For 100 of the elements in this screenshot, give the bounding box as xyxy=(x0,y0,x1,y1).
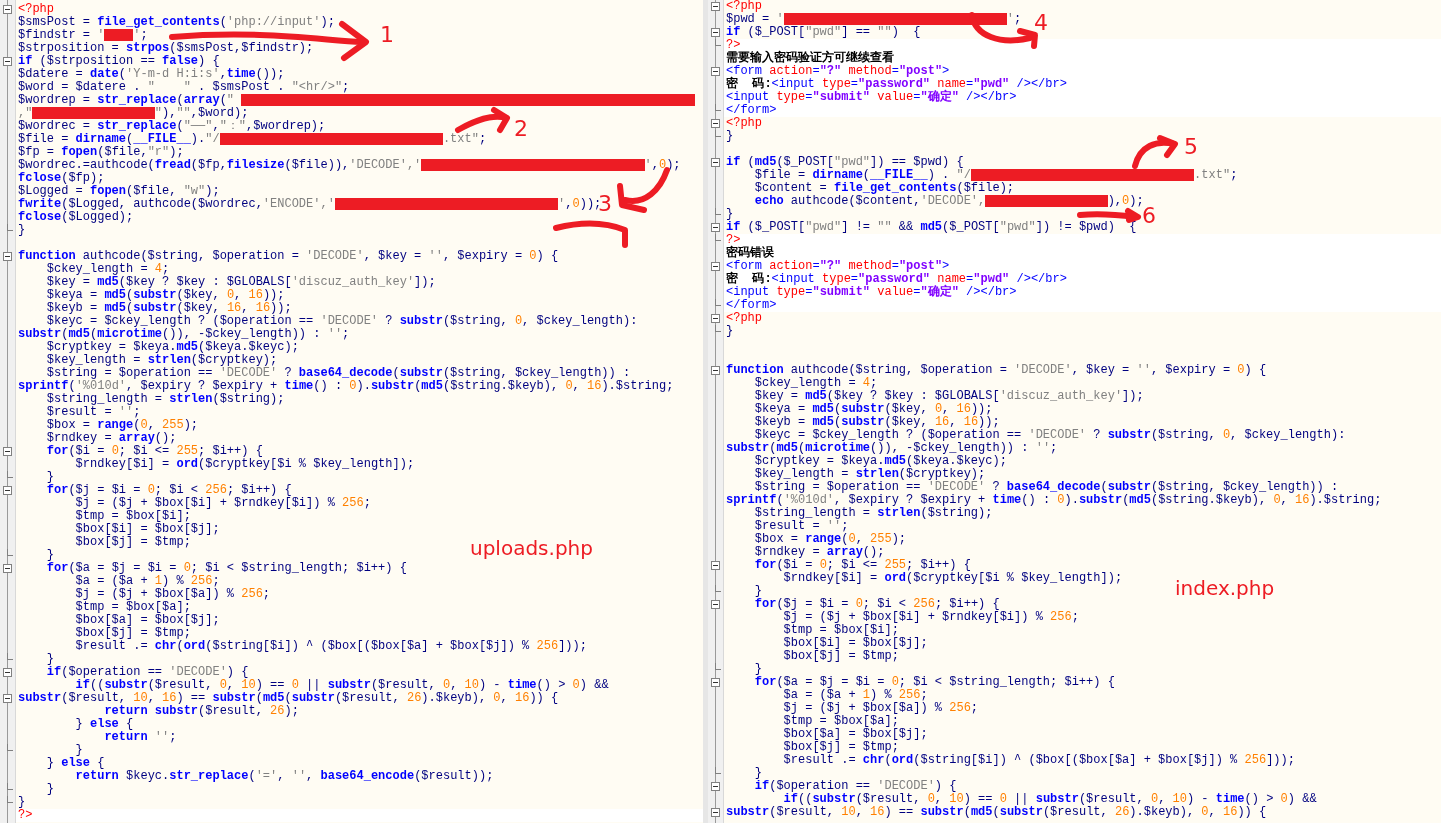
code-line: if ($strposition == false) { xyxy=(17,55,220,68)
code-line: $result = ''; xyxy=(45,406,141,419)
fold-toggle-icon[interactable] xyxy=(3,694,12,703)
code-line: for($j = $i = 0; $i < 256; $i++) { xyxy=(45,484,292,497)
code-line: substr(md5(microtime()), -$ckey_length)) : ''; xyxy=(17,328,350,341)
fold-toggle-icon[interactable] xyxy=(711,314,720,323)
fold-toggle-icon[interactable] xyxy=(3,668,12,677)
code-text: '; xyxy=(1006,12,1022,27)
code-line: $box[$a] = $box[$j]; xyxy=(782,728,928,741)
code-line: $box[$i] = $box[$j]; xyxy=(74,523,220,536)
code-line: <?php xyxy=(725,0,762,13)
code-line: sprintf('%010d', $expiry ? $expiry + time() : 0).substr(md5($string.$keyb), 0, 16).$string; xyxy=(725,494,1382,507)
code-line: } xyxy=(725,325,734,338)
code-line: $key_length = strlen($cryptkey); xyxy=(753,468,986,481)
fold-toggle-icon[interactable] xyxy=(3,564,12,573)
fold-toggle-icon[interactable] xyxy=(711,28,720,37)
hand-drawn-arrow xyxy=(455,107,510,133)
fold-toggle-icon[interactable] xyxy=(711,2,720,11)
fold-toggle-icon[interactable] xyxy=(711,119,720,128)
code-line: for($i = 0; $i <= 255; $i++) { xyxy=(753,559,971,572)
code-line: if($operation == 'DECODE') { xyxy=(753,780,957,793)
code-line: $rndkey = array(); xyxy=(753,546,885,559)
code-text: echo authcode($content,'DECODE', xyxy=(753,194,986,209)
fold-toggle-icon[interactable] xyxy=(3,5,12,14)
code-line: sprintf('%010d', $expiry ? $expiry + time() : 0).substr(md5($string.$keyb), 0, 16).$string; xyxy=(17,380,674,393)
code-line: $j = ($j + $box[$a]) % 256; xyxy=(782,702,979,715)
fold-toggle-icon[interactable] xyxy=(711,158,720,167)
code-text: $pwd = ' xyxy=(726,12,784,27)
code-line: $string = $operation == 'DECODE' ? base64_decode(substr($string, $ckey_length)) : xyxy=(753,481,1339,494)
fold-toggle-icon[interactable] xyxy=(711,600,720,609)
code-line: $box = range(0, 255); xyxy=(45,419,199,432)
code-text: $file = dirname(__FILE__) . "/ xyxy=(753,168,971,183)
code-line: $box = range(0, 255); xyxy=(753,533,907,546)
code-text: $wordrec.=authcode(fread($fp,filesize($file)),'DECODE',' xyxy=(18,158,422,173)
fold-toggle-icon[interactable] xyxy=(711,262,720,271)
code-line: $result = ''; xyxy=(753,520,849,533)
code-line: $keya = md5(substr($key, 0, 16)); xyxy=(753,403,993,416)
code-line: if (md5($_POST["pwd"]) == $pwd) { xyxy=(725,156,964,169)
code-line: $string_length = strlen($string); xyxy=(45,393,285,406)
code-text: ," xyxy=(18,106,33,121)
code-line: } xyxy=(45,783,54,796)
code-line: $box[$j] = $tmp; xyxy=(782,650,899,663)
annotation-number: 6 xyxy=(1142,205,1156,227)
code-line: $box[$i] = $box[$j]; xyxy=(782,637,928,650)
code-line: $cryptkey = $keya.md5($keya.$keyc); xyxy=(753,455,1007,468)
fold-toggle-icon[interactable] xyxy=(711,678,720,687)
fold-toggle-icon[interactable] xyxy=(711,782,720,791)
code-line: } else { xyxy=(45,757,105,770)
code-line: $key_length = strlen($cryptkey); xyxy=(45,354,278,367)
code-line: $string_length = strlen($string); xyxy=(753,507,993,520)
code-line: $ckey_length = 4; xyxy=(45,263,170,276)
code-line: $cryptkey = $keya.md5($keya.$keyc); xyxy=(45,341,299,354)
annotation-number: 2 xyxy=(514,118,528,140)
code-line: if ($_POST["pwd"] == "") { xyxy=(725,26,921,39)
code-line: } xyxy=(17,796,26,809)
fold-toggle-icon[interactable] xyxy=(711,67,720,76)
code-line: $tmp = $box[$i]; xyxy=(74,510,191,523)
annotation-number: 5 xyxy=(1184,136,1198,158)
fold-toggle-icon[interactable] xyxy=(711,561,720,570)
fold-toggle-icon[interactable] xyxy=(711,223,720,232)
annotation-number: 1 xyxy=(380,24,394,46)
code-line: $tmp = $box[$a]; xyxy=(74,601,191,614)
fold-toggle-icon[interactable] xyxy=(711,366,720,375)
code-line: function authcode($string, $operation = 'DECODE', $key = '', $expiry = 0) { xyxy=(725,364,1267,377)
code-line: substr(md5(microtime()), -$ckey_length)) : ''; xyxy=(725,442,1058,455)
code-line: $string = $operation == 'DECODE' ? base64_decode(substr($string, $ckey_length)) : xyxy=(45,367,631,380)
code-line: for($j = $i = 0; $i < 256; $i++) { xyxy=(753,598,1000,611)
code-line: $a = ($a + 1) % 256; xyxy=(74,575,220,588)
code-line: $result .= chr(ord($string[$i]) ^ ($box[($box[$a] + $box[$j]) % 256])); xyxy=(74,640,587,653)
code-line: substr($result, 10, 16) == substr(md5(substr($result, 26).$keyb), 0, 16)) { xyxy=(725,806,1267,819)
file-name-label: uploads.php xyxy=(470,538,593,558)
file-name-label: index.php xyxy=(1175,578,1275,598)
code-line: } xyxy=(753,663,762,676)
code-line: $rndkey[$i] = ord($cryptkey[$i % $key_length]); xyxy=(74,458,415,471)
code-line: $a = ($a + 1) % 256; xyxy=(782,689,928,702)
code-line: substr($result, 10, 16) == substr(md5(substr($result, 26).$keyb), 0, 16)) { xyxy=(17,692,559,705)
code-line: $datere = date('Y-m-d H:i:s',time()); xyxy=(17,68,285,81)
code-text: .txt"; xyxy=(1194,168,1238,183)
code-line: return substr($result, 26); xyxy=(103,705,299,718)
code-line: if ($_POST["pwd"] != "" && md5($_POST["pwd"]) != $pwd) { xyxy=(725,221,1137,234)
code-line: $key = md5($key ? $key : $GLOBALS['discuz_auth_key']); xyxy=(753,390,1144,403)
code-line: $j = ($j + $box[$i] + $rndkey[$i]) % 256; xyxy=(782,611,1079,624)
code-line: return $keyc.str_replace('=', '', base64_encode($result)); xyxy=(74,770,494,783)
code-line: $result .= chr(ord($string[$i]) ^ ($box[($box[$a] + $box[$j]) % 256])); xyxy=(782,754,1295,767)
code-line: function authcode($string, $operation = 'DECODE', $key = '', $expiry = 0) { xyxy=(17,250,559,263)
code-text: '; xyxy=(133,28,148,43)
fold-toggle-icon[interactable] xyxy=(3,486,12,495)
code-text: "),"",$word); xyxy=(154,106,249,121)
code-line: } xyxy=(74,744,83,757)
code-line: <?php xyxy=(17,3,54,16)
fold-toggle-icon[interactable] xyxy=(3,447,12,456)
fold-toggle-icon[interactable] xyxy=(3,252,12,261)
code-line: return ''; xyxy=(103,731,177,744)
code-line: } xyxy=(753,585,762,598)
hand-drawn-arrow xyxy=(1077,208,1141,223)
code-line: $tmp = $box[$i]; xyxy=(782,624,899,637)
code-text: $file = dirname(__FILE__)."/ xyxy=(18,132,220,147)
fold-toggle-icon[interactable] xyxy=(711,808,720,817)
fold-toggle-icon[interactable] xyxy=(3,57,12,66)
code-line: for($i = 0; $i <= 255; $i++) { xyxy=(45,445,263,458)
